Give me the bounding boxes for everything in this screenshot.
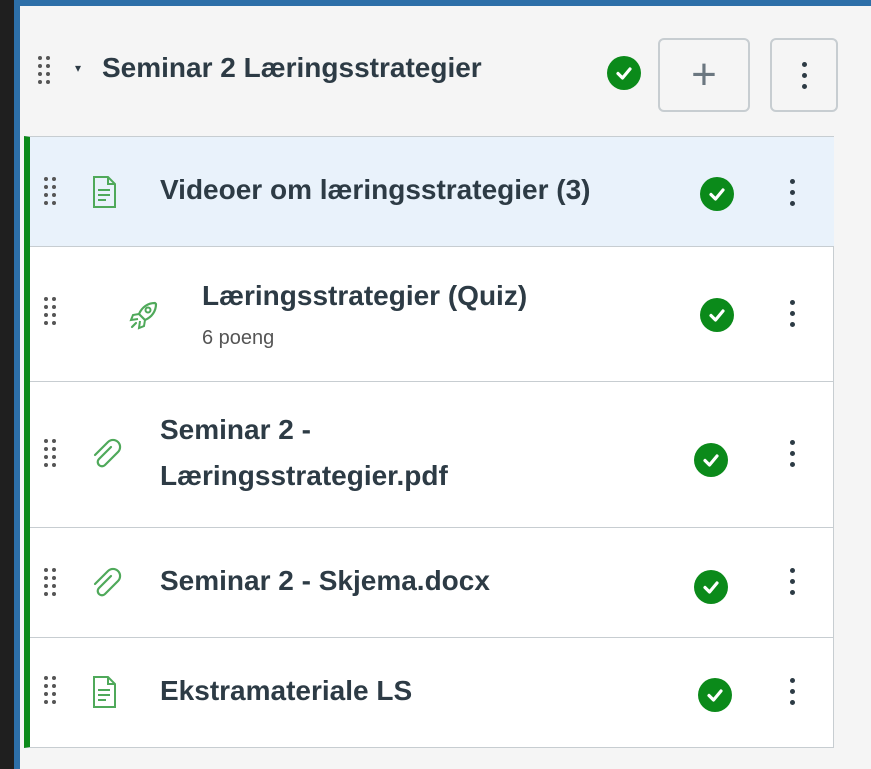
drag-handle-icon[interactable] (44, 439, 58, 471)
module-items-list: Videoer om læringsstrategier (3) Lærings… (24, 136, 834, 748)
paperclip-icon (88, 566, 124, 602)
drag-handle-icon[interactable] (44, 568, 58, 600)
item-title-line2[interactable]: Læringsstrategier.pdf (160, 453, 448, 499)
item-title[interactable]: Seminar 2 - Skjema.docx (160, 558, 490, 604)
collapse-toggle-icon[interactable]: ▾ (70, 60, 86, 76)
published-check-icon[interactable] (700, 177, 734, 211)
item-title-line1[interactable]: Seminar 2 - (160, 407, 311, 453)
document-icon (86, 674, 122, 710)
paperclip-icon (88, 437, 124, 473)
drag-handle-icon[interactable] (44, 297, 58, 329)
module-title: Seminar 2 Læringsstrategier (102, 52, 482, 83)
module-options-button[interactable] (770, 38, 838, 112)
plus-icon: + (691, 50, 717, 99)
published-check-icon[interactable] (694, 570, 728, 604)
kebab-menu-icon (801, 61, 807, 89)
module-drag-handle-icon[interactable] (38, 56, 52, 88)
item-title[interactable]: Videoer om læringsstrategier (3) (160, 167, 591, 213)
item-title[interactable]: Ekstramateriale LS (160, 668, 412, 714)
module-published-check-icon[interactable] (607, 56, 641, 90)
published-check-icon[interactable] (698, 678, 732, 712)
module-item-extra[interactable]: Ekstramateriale LS (30, 638, 834, 748)
item-points: 6 poeng (202, 327, 275, 349)
drag-handle-icon[interactable] (44, 177, 58, 209)
published-check-icon[interactable] (694, 443, 728, 477)
item-title[interactable]: Læringsstrategier (Quiz) (202, 273, 527, 319)
module-item-pdf[interactable]: Seminar 2 - Læringsstrategier.pdf (30, 382, 834, 528)
drag-handle-icon[interactable] (44, 676, 58, 708)
rocket-icon (126, 297, 162, 333)
item-options-kebab-icon[interactable] (782, 568, 802, 595)
item-options-kebab-icon[interactable] (782, 678, 802, 705)
item-options-kebab-icon[interactable] (782, 300, 802, 327)
document-icon (86, 174, 122, 210)
module-item-quiz[interactable]: Læringsstrategier (Quiz) 6 poeng (30, 247, 834, 382)
published-check-icon[interactable] (700, 298, 734, 332)
add-item-button[interactable]: + (658, 38, 750, 112)
item-options-kebab-icon[interactable] (782, 179, 802, 206)
module-item-docx[interactable]: Seminar 2 - Skjema.docx (30, 528, 834, 638)
module-item-videos[interactable]: Videoer om læringsstrategier (3) (30, 137, 834, 247)
item-options-kebab-icon[interactable] (782, 440, 802, 467)
